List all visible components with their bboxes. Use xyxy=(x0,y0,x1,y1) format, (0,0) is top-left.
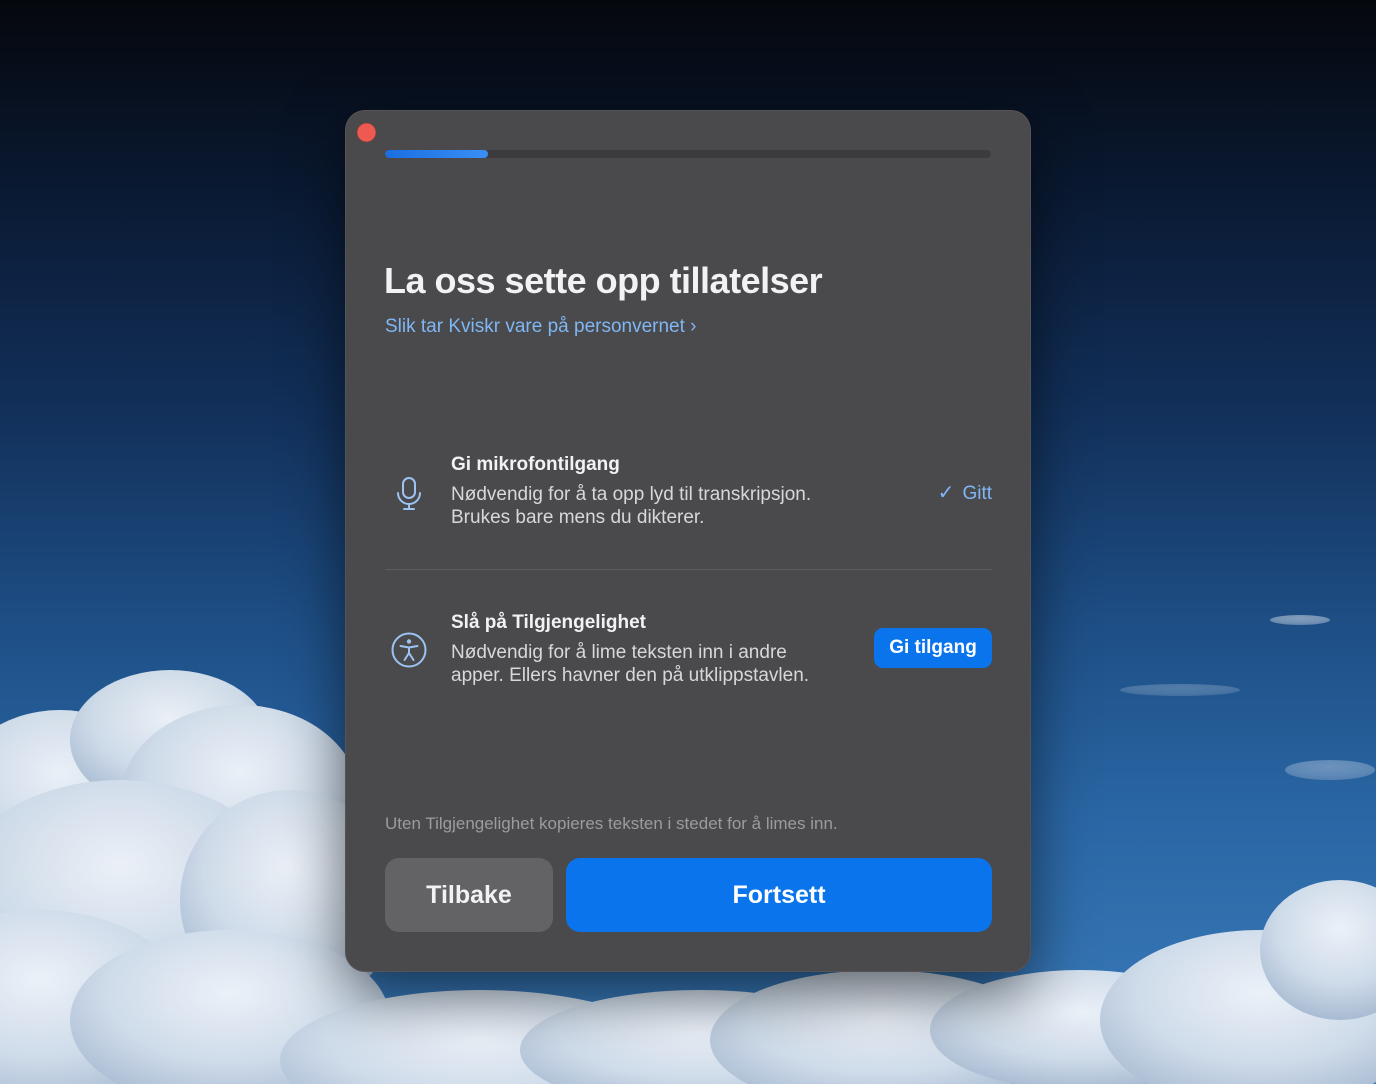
permissions-dialog: La oss sette opp tillatelser Slik tar Kv… xyxy=(345,110,1031,972)
back-button[interactable]: Tilbake xyxy=(385,858,553,932)
accessibility-permission-description-line2: apper. Ellers havner den på utklippstavl… xyxy=(451,665,810,686)
close-icon[interactable] xyxy=(357,123,376,142)
microphone-granted-status: ✓ Gitt xyxy=(938,480,992,505)
microphone-permission-row: Gi mikrofontilgang Nødvendig for å ta op… xyxy=(385,450,992,540)
accessibility-permission-description-line1: Nødvendig for å lime teksten inn i andre xyxy=(451,642,787,663)
checkmark-icon: ✓ xyxy=(937,482,955,504)
accessibility-icon xyxy=(389,630,429,670)
microphone-icon xyxy=(389,474,429,514)
microphone-permission-description-line2: Brukes bare mens du dikterer. xyxy=(451,507,705,528)
microphone-permission-title: Gi mikrofontilgang xyxy=(451,454,620,475)
microphone-permission-description-line1: Nødvendig for å ta opp lyd til transkrip… xyxy=(451,484,812,505)
page-title: La oss sette opp tillatelser xyxy=(384,260,823,301)
setup-progress-bar xyxy=(385,150,991,158)
setup-progress-fill xyxy=(385,150,489,158)
accessibility-permission-row: Slå på Tilgjengelighet Nødvendig for å l… xyxy=(385,608,992,698)
grant-accessibility-button[interactable]: Gi tilgang xyxy=(874,628,992,668)
accessibility-permission-title: Slå på Tilgjengelighet xyxy=(451,612,646,633)
granted-label: Gitt xyxy=(962,483,992,504)
privacy-info-link[interactable]: Slik tar Kviskr vare på personvernet › xyxy=(385,316,697,338)
divider xyxy=(385,569,992,570)
continue-button[interactable]: Fortsett xyxy=(566,858,992,932)
accessibility-footnote: Uten Tilgjengelighet kopieres teksten i … xyxy=(385,814,838,833)
